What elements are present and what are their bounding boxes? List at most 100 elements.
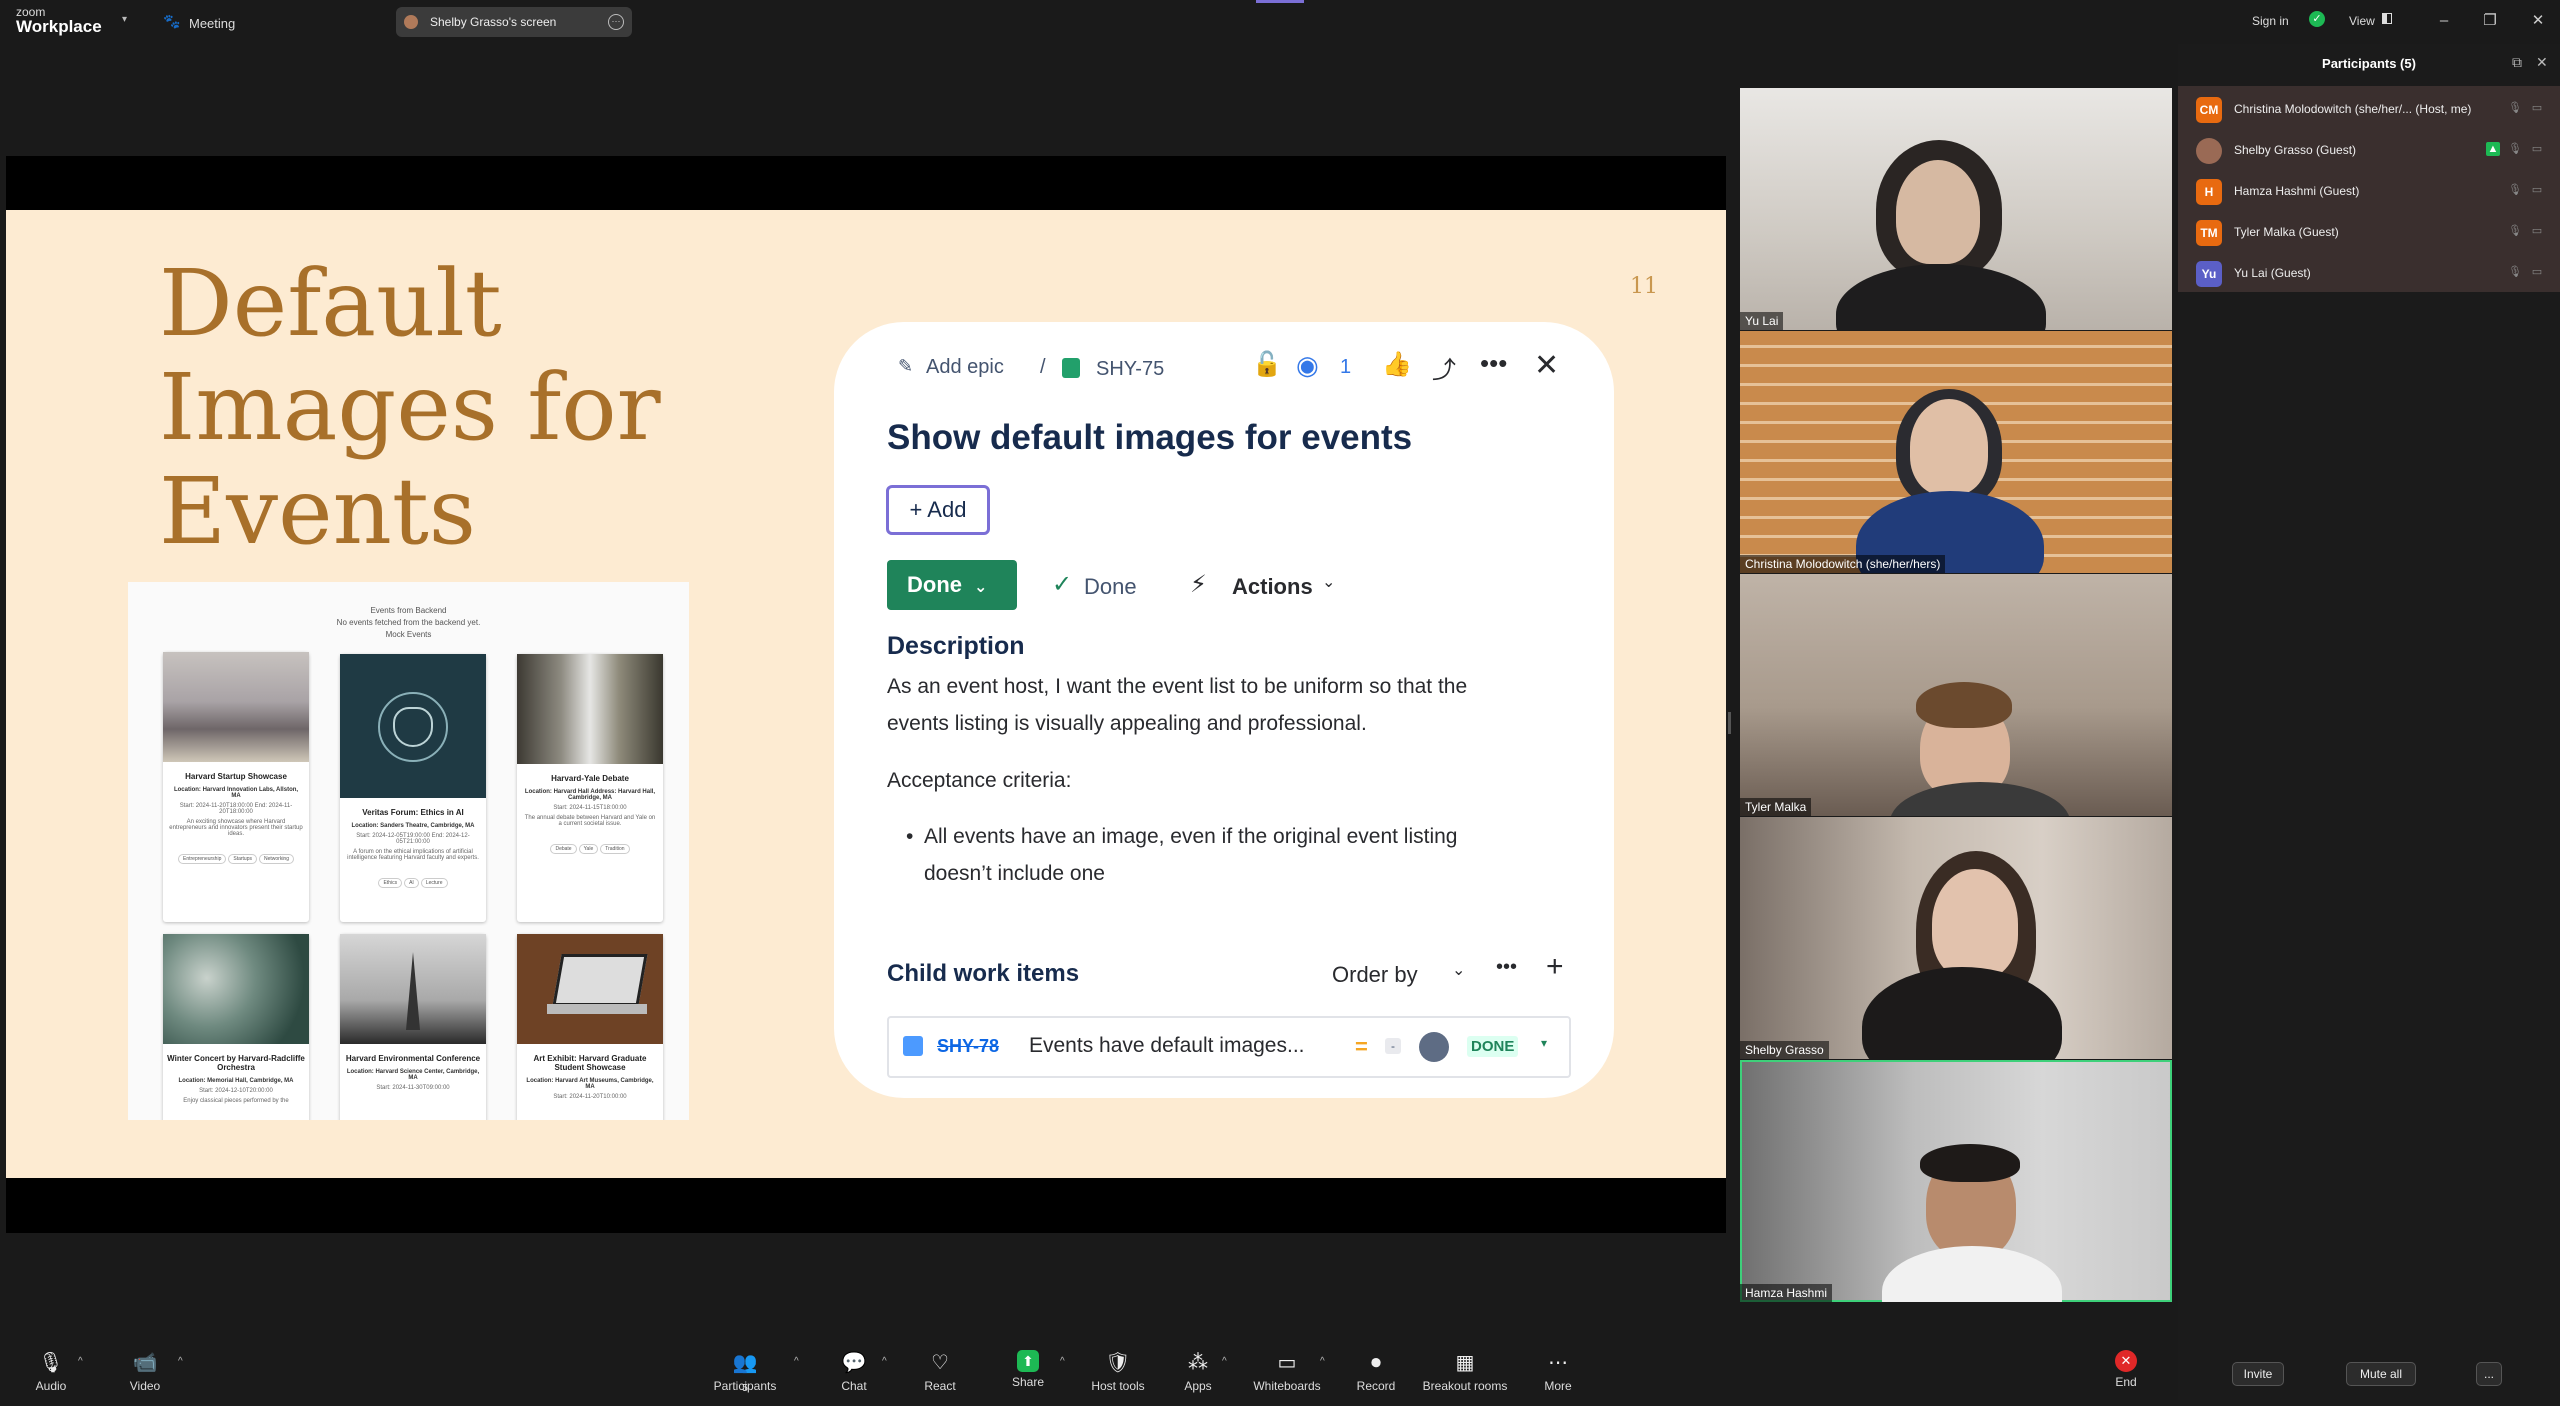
order-by-button[interactable]: Order by	[1332, 962, 1418, 988]
chevron-down-icon[interactable]: ⌄	[1452, 960, 1465, 980]
participants-button[interactable]: 👥5 Participants	[710, 1350, 780, 1394]
invite-button[interactable]: Invite	[2232, 1362, 2284, 1386]
screen-share-icon: ▲	[2486, 142, 2500, 156]
issue-key[interactable]: SHY-75	[1096, 358, 1164, 381]
audio-button[interactable]: 🎙 Audio	[30, 1350, 72, 1393]
add-button[interactable]: + Add	[886, 485, 990, 535]
chevron-down-icon[interactable]: ▾	[122, 14, 127, 25]
chevron-up-icon[interactable]: ^	[78, 1356, 83, 1367]
mic-icon[interactable]: 🎙	[2508, 224, 2522, 238]
video-tile[interactable]: Shelby Grasso	[1740, 817, 2172, 1059]
meeting-label[interactable]: Meeting	[189, 16, 235, 31]
share-icon[interactable]: ⤴	[1432, 350, 1456, 385]
zoom-logo[interactable]: zoom Workplace	[16, 6, 102, 35]
chat-button[interactable]: 💬 Chat	[832, 1350, 876, 1393]
chevron-down-icon[interactable]: ⌄	[1322, 572, 1335, 592]
child-work-item-row[interactable]: SHY-78 Events have default images... = -…	[887, 1016, 1571, 1078]
share-button[interactable]: ⬆ Share	[1006, 1350, 1050, 1389]
video-tile[interactable]: Christina Molodowitch (she/her/hers)	[1740, 331, 2172, 573]
chevron-up-icon[interactable]: ^	[794, 1356, 799, 1367]
whiteboards-button[interactable]: ▭ Whiteboards	[1252, 1350, 1322, 1393]
assignee-avatar[interactable]	[1419, 1032, 1449, 1062]
avatar	[2196, 138, 2222, 164]
tag: Ethics	[378, 878, 403, 888]
host-tools-button[interactable]: 🛡 Host tools	[1088, 1350, 1148, 1393]
mic-icon[interactable]: 🎙	[2508, 101, 2522, 115]
end-meeting-button[interactable]: ✕ End	[2104, 1350, 2148, 1389]
more-button[interactable]: ⋯ More	[1536, 1350, 1580, 1393]
mute-all-button[interactable]: Mute all	[2346, 1362, 2416, 1386]
audio-label: Audio	[35, 1379, 67, 1393]
priority-medium-icon: =	[1355, 1034, 1368, 1059]
more-icon[interactable]: •••	[1480, 348, 1507, 379]
chevron-up-icon[interactable]: ^	[882, 1356, 887, 1367]
drag-handle[interactable]	[1256, 0, 1304, 3]
video-off-icon[interactable]: ▭	[2530, 183, 2544, 197]
lock-icon[interactable]: 🔓	[1252, 350, 1282, 379]
event-dates: Start: 2024-11-15T18:00:00	[553, 805, 627, 811]
add-epic-link[interactable]: Add epic	[926, 356, 1004, 379]
close-icon[interactable]: ✕	[2526, 10, 2550, 32]
participant-name: Tyler Malka (Guest)	[2234, 225, 2339, 239]
video-button[interactable]: 📹 Video	[124, 1350, 166, 1393]
child-summary[interactable]: Events have default images...	[1029, 1034, 1305, 1058]
screen-share-pill[interactable]: Shelby Grasso's screen ···	[396, 7, 632, 37]
mic-icon[interactable]: 🎙	[2508, 183, 2522, 197]
participant-row[interactable]: TM Tyler Malka (Guest) 🎙 ▭	[2178, 211, 2560, 252]
more-icon[interactable]: ···	[608, 14, 624, 30]
video-off-icon[interactable]: ▭	[2530, 142, 2544, 156]
breakout-rooms-button[interactable]: ▦ Breakout rooms	[1418, 1350, 1512, 1393]
event-description: The annual debate between Harvard and Ya…	[524, 815, 656, 827]
status-button[interactable]: Done ⌄	[887, 560, 1017, 610]
video-off-icon[interactable]: ▭	[2530, 224, 2544, 238]
event-image	[517, 654, 663, 764]
video-tile[interactable]: Tyler Malka	[1740, 574, 2172, 816]
participant-row[interactable]: Yu Yu Lai (Guest) 🎙 ▭	[2178, 252, 2560, 293]
thumbs-up-icon[interactable]: 👍	[1382, 350, 1412, 379]
view-button[interactable]: View	[2349, 14, 2375, 28]
host-tools-label: Host tools	[1091, 1379, 1145, 1393]
chevron-up-icon[interactable]: ^	[178, 1356, 183, 1367]
record-button[interactable]: ⏺ Record	[1354, 1350, 1398, 1393]
more-button[interactable]: ...	[2476, 1362, 2502, 1386]
video-off-icon[interactable]: ▭	[2530, 101, 2544, 115]
child-issue-key[interactable]: SHY-78	[937, 1036, 999, 1057]
react-button[interactable]: ♡ React	[918, 1350, 962, 1393]
mic-icon[interactable]: 🎙	[2508, 142, 2522, 156]
video-tile-active-speaker[interactable]: Hamza Hashmi	[1740, 1060, 2172, 1302]
child-status-lozenge[interactable]: DONE	[1467, 1036, 1519, 1057]
eye-icon[interactable]: ◉	[1296, 350, 1319, 381]
apps-button[interactable]: ⁂ Apps	[1178, 1350, 1218, 1393]
participant-row[interactable]: H Hamza Hashmi (Guest) 🎙 ▭	[2178, 170, 2560, 211]
chevron-down-icon[interactable]: ▾	[1541, 1036, 1547, 1050]
event-dates: Start: 2024-11-20T10:00:00	[553, 1094, 627, 1100]
actions-button[interactable]: Actions	[1232, 574, 1313, 600]
description-heading: Description	[887, 632, 1025, 660]
split-resize-handle[interactable]	[1728, 712, 1731, 734]
participant-row[interactable]: CM Christina Molodowitch (she/her/... (H…	[2178, 88, 2560, 129]
restore-icon[interactable]: ❐	[2478, 10, 2502, 32]
mic-icon[interactable]: 🎙	[2508, 265, 2522, 279]
more-icon[interactable]: •••	[1496, 956, 1517, 979]
plus-icon[interactable]: +	[1546, 950, 1564, 984]
chat-icon: 💬	[841, 1352, 867, 1374]
view-layout-icon[interactable]	[2382, 13, 2392, 24]
chevron-up-icon[interactable]: ^	[1320, 1356, 1325, 1367]
event-card: Art Exhibit: Harvard Graduate Student Sh…	[517, 934, 663, 1120]
chevron-up-icon[interactable]: ^	[1060, 1356, 1065, 1367]
popout-icon[interactable]: ⧉	[2512, 54, 2522, 71]
participant-row[interactable]: Shelby Grasso (Guest) ▲ 🎙 ▭	[2178, 129, 2560, 170]
video-name-label: Christina Molodowitch (she/her/hers)	[1740, 555, 1946, 573]
minimize-icon[interactable]: –	[2432, 10, 2456, 32]
chevron-up-icon[interactable]: ^	[1222, 1356, 1227, 1367]
video-tile[interactable]: Yu Lai	[1740, 88, 2172, 330]
brand-large: Workplace	[16, 17, 102, 36]
close-icon[interactable]: ✕	[1534, 348, 1559, 383]
close-panel-icon[interactable]: ✕	[2536, 54, 2548, 71]
shield-check-icon[interactable]: ✓	[2309, 11, 2325, 27]
event-tags: Ethics AI Lecture	[340, 863, 486, 895]
issue-title[interactable]: Show default images for events	[887, 418, 1412, 458]
sign-in-link[interactable]: Sign in	[2252, 14, 2289, 28]
event-description: A forum on the ethical implications of a…	[347, 849, 479, 861]
video-off-icon[interactable]: ▭	[2530, 265, 2544, 279]
